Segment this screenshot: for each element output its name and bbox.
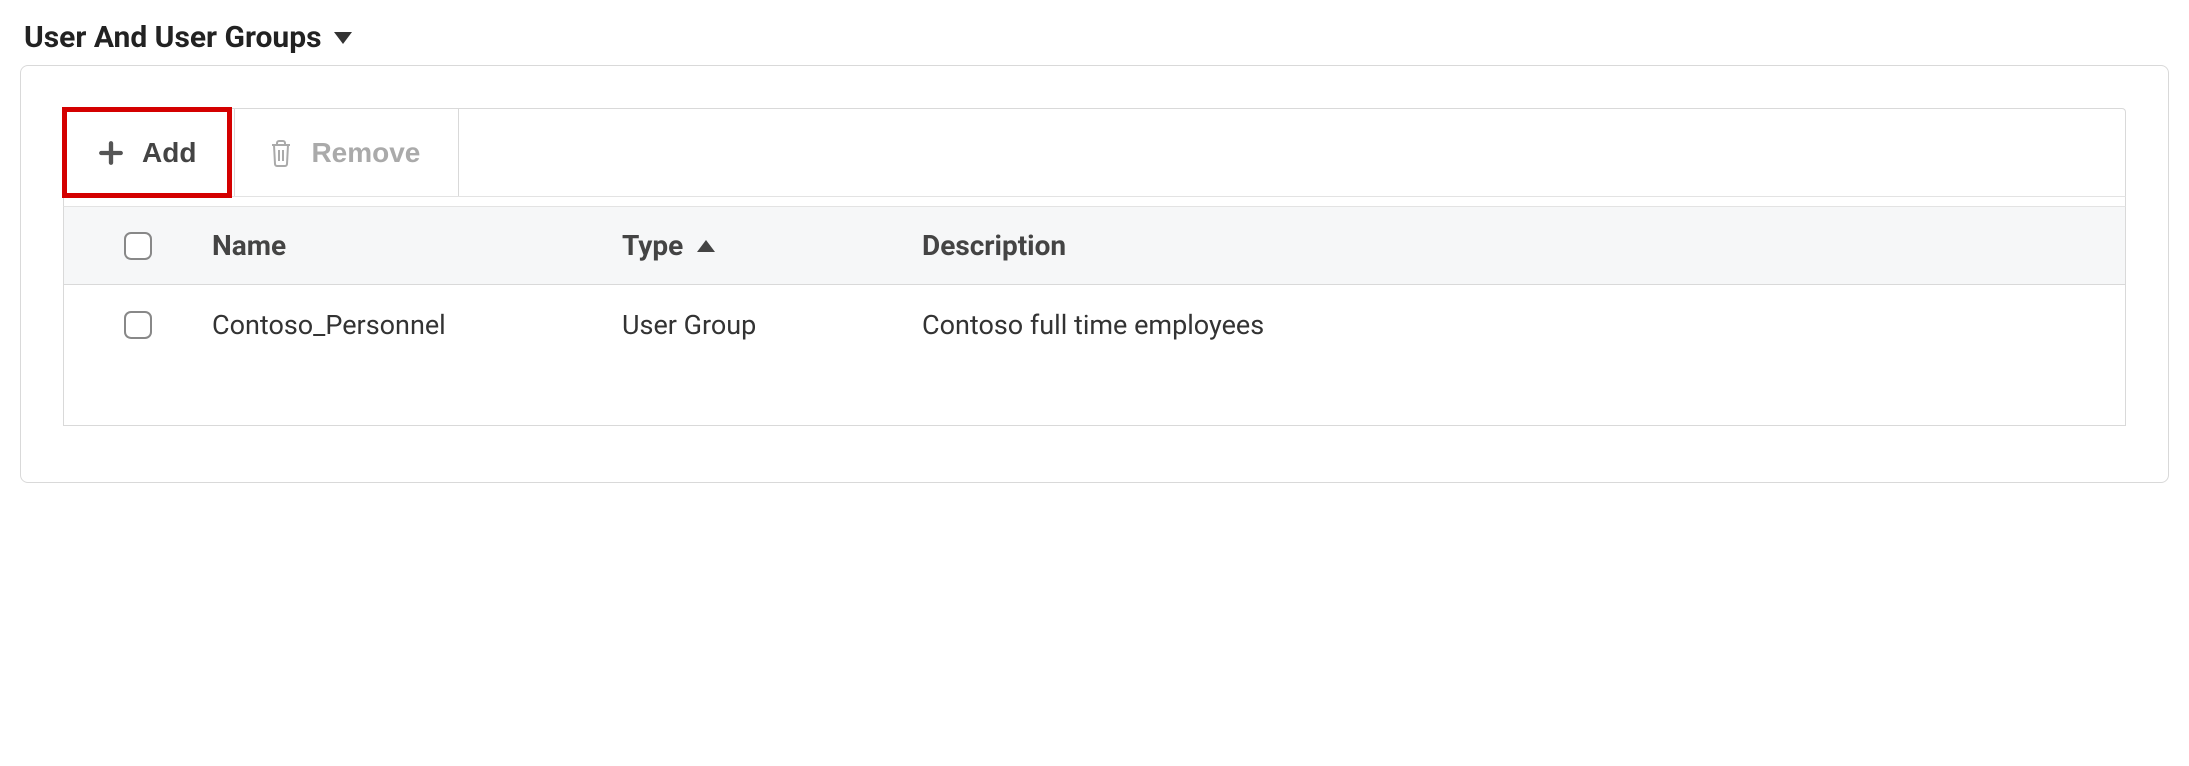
header-type[interactable]: Type	[622, 229, 922, 262]
table-gap	[63, 196, 2126, 206]
plus-icon	[98, 140, 124, 166]
add-button-label: Add	[142, 137, 196, 169]
table-row[interactable]: Contoso_Personnel User Group Contoso ful…	[64, 285, 2125, 365]
header-type-label: Type	[622, 229, 683, 262]
row-type: User Group	[622, 309, 922, 341]
section-title: User And User Groups	[24, 20, 322, 55]
header-checkbox-cell	[64, 232, 212, 260]
header-name[interactable]: Name	[212, 229, 622, 262]
toolbar-spacer	[458, 109, 2125, 196]
table: Name Type Description Contoso_Personnel …	[63, 206, 2126, 426]
sort-asc-icon	[697, 240, 715, 252]
panel: Add Remove Name Type	[20, 65, 2169, 483]
section-header[interactable]: User And User Groups	[20, 20, 2169, 55]
select-all-checkbox[interactable]	[124, 232, 152, 260]
remove-button-label: Remove	[311, 137, 420, 169]
row-description: Contoso full time employees	[922, 309, 2125, 341]
table-header-row: Name Type Description	[64, 207, 2125, 285]
add-button[interactable]: Add	[64, 109, 234, 196]
trash-icon	[269, 138, 293, 168]
table-body: Contoso_Personnel User Group Contoso ful…	[64, 285, 2125, 425]
header-description[interactable]: Description	[922, 229, 2125, 262]
row-name: Contoso_Personnel	[212, 309, 622, 341]
caret-down-icon	[334, 32, 352, 44]
toolbar: Add Remove	[63, 108, 2126, 196]
remove-button: Remove	[234, 109, 458, 196]
row-checkbox-cell	[64, 311, 212, 339]
row-checkbox[interactable]	[124, 311, 152, 339]
